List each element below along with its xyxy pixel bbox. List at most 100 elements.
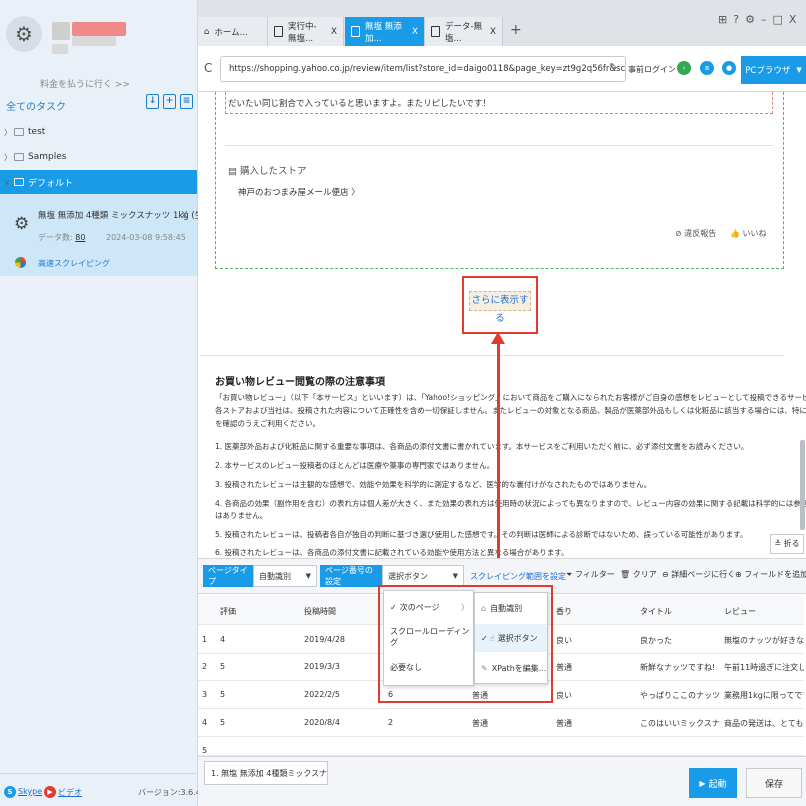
folder-icon [14, 128, 24, 136]
page-icon [431, 26, 440, 37]
close-icon[interactable]: X [181, 210, 188, 221]
folder-icon [14, 178, 24, 186]
tab-running[interactable]: 実行中-無塩... X [268, 17, 344, 46]
all-tasks-heading[interactable]: 全てのタスク [6, 98, 66, 113]
pc-browser-select[interactable]: PCブラウザ ▼ [741, 56, 806, 84]
submenu-item-xpath[interactable]: ✎ XPathを編集... [475, 654, 547, 682]
layout-icon[interactable]: ⊞ [718, 13, 733, 26]
tree-item-test[interactable]: 〉 test [0, 120, 197, 144]
menu-item-next-page[interactable]: ✓ 次のページ 〉 [384, 593, 473, 621]
edit-icon[interactable]: ✎ [609, 62, 617, 73]
video-icon[interactable]: ▶ [44, 786, 56, 798]
task-tab[interactable]: 1. 無塩 無添加 4種類ミックスナッツ... [204, 761, 328, 785]
maximize-icon[interactable]: □ [772, 13, 788, 26]
tab-home[interactable]: ⌂ ホーム... [198, 17, 268, 46]
minimize-icon[interactable]: – [761, 13, 773, 26]
task-name[interactable]: 無塩 無添加 4種類 ミックスナッツ 1kg (生く... [38, 209, 220, 221]
start-label: 起動 [708, 779, 727, 790]
task-meta: データ数: 80 2024-03-08 9:58:45 [38, 232, 186, 243]
extension-icon[interactable]: ● [722, 61, 736, 75]
add-field-button[interactable]: ⊕ フィールドを追加 [735, 569, 806, 580]
clear-button[interactable]: 🗑 クリア [620, 569, 657, 580]
submenu-item-auto[interactable]: ⌂ 自動識別 [475, 594, 547, 622]
data-count[interactable]: 80 [75, 233, 85, 242]
table-cell: 1 [202, 635, 208, 644]
store-heading-text: 購入したストア [240, 166, 307, 177]
page-type-select[interactable]: 自動識別 ▼ [253, 565, 317, 587]
close-icon[interactable]: X [789, 13, 803, 26]
table-cell: 商品の発送は、とても速... [724, 719, 804, 728]
tab-data[interactable]: データ-無塩... X [425, 17, 503, 46]
report-link[interactable]: ⊘ 違反報告 [675, 228, 716, 239]
chevron-down-icon: ∨ [4, 177, 10, 187]
bluetooth-icon[interactable]: ʙ [700, 61, 714, 75]
close-icon[interactable]: X [484, 27, 496, 37]
new-tab-button[interactable]: + [510, 22, 522, 38]
menu-item-none[interactable]: 必要なし [384, 653, 473, 681]
menu-item-scroll-loading[interactable]: スクロールローディング [384, 623, 473, 651]
video-link[interactable]: ビデオ [58, 787, 82, 798]
store-link[interactable]: 神戸のおつまみ屋メール便店 〉 [238, 186, 360, 198]
page-setting-select[interactable]: 選択ボタン ▼ [382, 565, 464, 587]
table-cell: 2 [202, 662, 208, 671]
range-link[interactable]: スクレイピング範囲を設定 [470, 571, 566, 582]
reload-icon[interactable]: C [204, 61, 212, 75]
table-header-cell[interactable]: レビュー [724, 606, 756, 617]
notice-line: 2. 本サービスのレビュー投稿者のほとんどは医療や薬事の専門家ではありません。 [215, 461, 495, 470]
menu-item-label: 次のページ [399, 602, 440, 612]
report-label: 違反報告 [684, 229, 717, 238]
notice-line: 6. 投稿されたレビューは、各商品の添付文書に記載されている効能や使用方法と異な… [215, 548, 569, 557]
download-icon[interactable]: ↓ [146, 94, 159, 109]
menu-item-label: スクロールローディング [390, 627, 470, 647]
table-header-cell[interactable]: 投稿時間 [304, 606, 336, 617]
fast-scrape-link[interactable]: 高速スクレイピング [38, 258, 110, 269]
divider [200, 355, 784, 356]
url-text: https://shopping.yahoo.co.jp/review/item… [229, 64, 626, 74]
like-button[interactable]: 👍 いいね [730, 228, 767, 239]
table-row[interactable]: 4 5 2020/8/4 2 普通 普通 このはいいミックスナッ... 商品の発… [198, 708, 804, 737]
store-icon: ▤ [228, 166, 237, 177]
window-controls[interactable]: ⊞?⚙–□X [718, 13, 802, 26]
avatar-robot-icon[interactable]: ⚙ [6, 16, 42, 52]
url-field[interactable]: https://shopping.yahoo.co.jp/review/item… [220, 56, 626, 82]
detail-page-button[interactable]: ⊖ 詳細ページに行く [662, 569, 735, 580]
table-cell: 2022/2/5 [304, 690, 340, 699]
close-icon[interactable]: X [325, 27, 337, 37]
tab-active-editor[interactable]: 無塩 無添加... X [345, 17, 425, 46]
export-icon[interactable]: ≡ [180, 94, 193, 109]
start-button[interactable]: ▶ 起動 [689, 768, 737, 798]
save-button[interactable]: 保存 [746, 768, 802, 798]
table-header-cell[interactable]: 評価 [220, 606, 236, 617]
table-cell: 午前11時過ぎに注文し... [724, 663, 804, 672]
show-more-button[interactable]: さらに表示する [469, 291, 531, 324]
table-row[interactable]: 5 [198, 736, 804, 756]
check-icon: ✓ [481, 633, 488, 643]
data-count-label: データ数: [38, 233, 73, 242]
filter-button[interactable]: ⏷ フィルター [566, 569, 615, 580]
tree-item-default[interactable]: ∨ デフォルト [0, 170, 197, 194]
help-icon[interactable]: ? [733, 13, 745, 26]
pay-link[interactable]: 料金を払うに行く >> [40, 77, 130, 90]
close-icon[interactable]: X [406, 27, 418, 37]
pre-login-button[interactable]: 事前ログイン [628, 64, 676, 75]
skype-link[interactable]: Skype [18, 787, 42, 796]
blurred-username [52, 22, 70, 40]
settings-icon[interactable]: ⚙ [745, 13, 761, 26]
chevron-right-icon: 〉 [4, 127, 12, 137]
detail-label: 詳細ページに行く [671, 570, 736, 579]
table-cell: このはいいミックスナッ... [640, 719, 720, 728]
filter-label: フィルター [574, 570, 615, 579]
tree-item-samples[interactable]: 〉 Samples [0, 145, 197, 169]
review-text: だいたい同じ割合で入っていると思いますよ。またリピしたいです！ [228, 99, 491, 109]
scrollbar[interactable] [800, 440, 805, 530]
extension-icon[interactable]: › [677, 61, 691, 75]
table-header-cell[interactable]: 香り [556, 606, 572, 617]
skype-icon[interactable]: S [4, 786, 16, 798]
table-cell: やっぱりここのナッツは... [640, 691, 720, 700]
divider [225, 145, 773, 146]
submenu-item-select-button[interactable]: ✓ ☝ 選択ボタン [475, 624, 547, 652]
folder-icon [14, 153, 24, 161]
add-icon[interactable]: + [163, 94, 176, 109]
fold-button[interactable]: ≚ 折る [770, 534, 804, 554]
table-header-cell[interactable]: タイトル [640, 606, 672, 617]
